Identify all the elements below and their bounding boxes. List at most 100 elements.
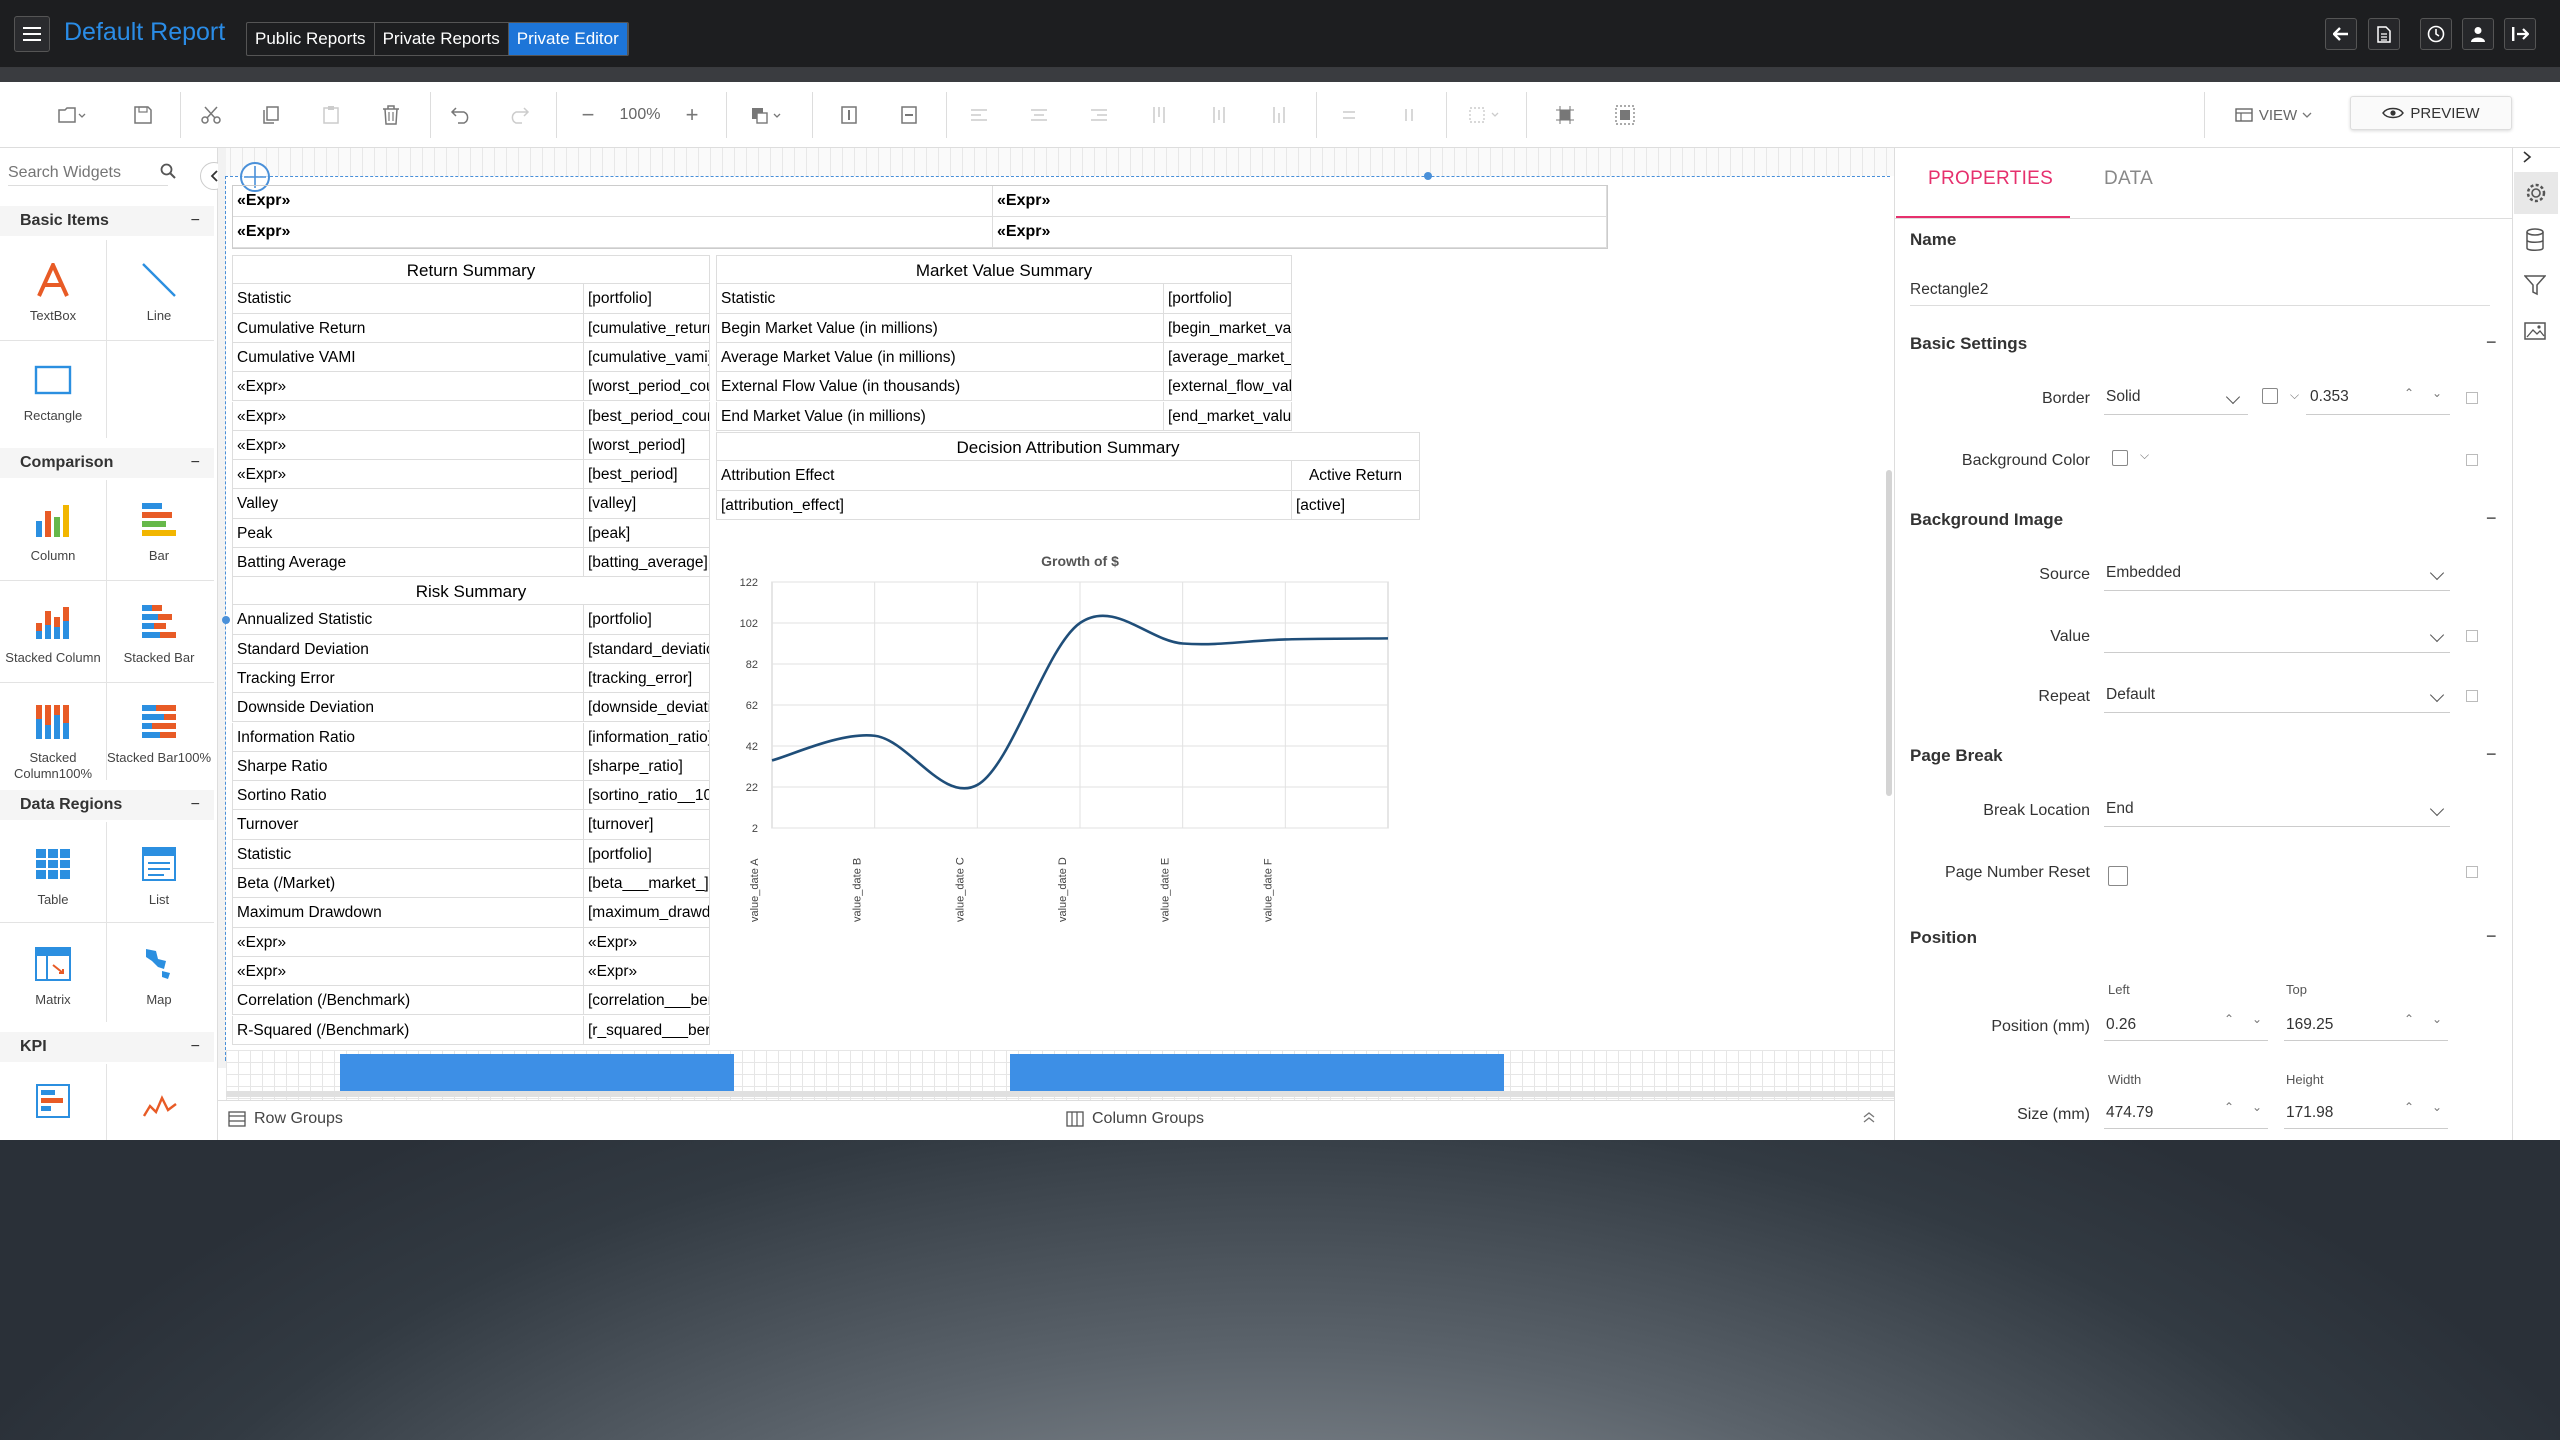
table-cell[interactable]: [attribution_effect] xyxy=(716,490,1292,520)
table-cell[interactable]: [batting_average] xyxy=(584,548,710,578)
collapse-icon[interactable]: − xyxy=(2486,744,2497,765)
spin-down-icon[interactable]: ⌄ xyxy=(2252,1012,2262,1026)
spin-down-icon[interactable]: ⌄ xyxy=(2432,1100,2442,1114)
table-cell[interactable]: «Expr» xyxy=(232,956,584,987)
widget-stacked-column100[interactable]: Stacked Column100% xyxy=(0,694,106,782)
table-cell[interactable]: [average_market_ xyxy=(1164,342,1292,373)
position-header[interactable]: Position xyxy=(1910,928,1977,948)
v-scrollbar[interactable] xyxy=(1886,470,1892,796)
paste-button[interactable] xyxy=(316,100,346,130)
table-cell[interactable]: [peak] xyxy=(584,518,710,548)
expr-cell[interactable]: «Expr» xyxy=(233,217,993,248)
expr-cell[interactable]: «Expr» xyxy=(233,186,993,217)
document-button[interactable] xyxy=(2368,18,2400,50)
align-left-button[interactable] xyxy=(964,100,994,130)
spin-up-icon[interactable]: ⌃ xyxy=(2224,1012,2234,1026)
page-break-header[interactable]: Page Break xyxy=(1910,746,2003,766)
table-cell[interactable]: [maximum_drawd xyxy=(584,898,710,928)
collapse-icon[interactable]: − xyxy=(191,448,200,478)
background-color-swatch[interactable] xyxy=(2112,450,2128,466)
width-value[interactable]: 474.79 xyxy=(2106,1104,2153,1122)
collapse-icon[interactable]: − xyxy=(191,790,200,820)
nav-public-reports[interactable]: Public Reports xyxy=(247,23,375,55)
table-cell[interactable]: [best_period] xyxy=(584,460,710,490)
column-groups-button[interactable]: Column Groups xyxy=(1066,1110,1204,1128)
color-dropdown-icon[interactable]: ⌵ xyxy=(2290,388,2299,403)
table-cell[interactable]: [beta___market_] xyxy=(584,869,710,899)
table-title[interactable]: Return Summary xyxy=(232,255,710,285)
collapse-icon[interactable]: − xyxy=(191,206,200,236)
zoom-in-button[interactable]: + xyxy=(680,100,704,130)
repeat-value[interactable]: Default xyxy=(2106,686,2155,704)
row-groups-button[interactable]: Row Groups xyxy=(228,1110,343,1128)
height-value[interactable]: 171.98 xyxy=(2286,1104,2333,1122)
table-cell[interactable]: Cumulative VAMI xyxy=(232,342,584,373)
user-button[interactable] xyxy=(2462,18,2494,50)
table-cell[interactable]: [information_ratio] xyxy=(584,722,710,752)
collapse-icon[interactable]: − xyxy=(2486,926,2497,947)
table-cell[interactable]: Turnover xyxy=(232,810,584,840)
widget-column[interactable]: Column xyxy=(0,492,106,564)
widget-stacked-column[interactable]: Stacked Column xyxy=(0,594,106,666)
table-cell[interactable]: [sharpe_ratio] xyxy=(584,751,710,782)
table-cell[interactable]: «Expr» xyxy=(584,956,710,987)
table-cell[interactable]: [portfolio] xyxy=(584,839,710,869)
name-input[interactable] xyxy=(1910,274,2490,306)
border-width-value[interactable]: 0.353 xyxy=(2310,388,2349,406)
top-value[interactable]: 169.25 xyxy=(2286,1016,2333,1034)
table-cell[interactable]: Average Market Value (in millions) xyxy=(716,342,1164,373)
value-reset-checkbox[interactable] xyxy=(2466,630,2478,642)
table-title[interactable]: Decision Attribution Summary xyxy=(716,432,1420,462)
table-cell[interactable]: [cumulative_vami] xyxy=(584,342,710,373)
table-cell[interactable]: «Expr» xyxy=(232,401,584,431)
table-cell[interactable]: External Flow Value (in thousands) xyxy=(716,372,1164,402)
table-cell[interactable]: Statistic xyxy=(232,839,584,869)
expr-cell[interactable]: «Expr» xyxy=(993,217,1607,248)
search-widgets-input[interactable] xyxy=(8,160,168,186)
table-cell[interactable]: Statistic xyxy=(232,284,584,314)
preview-button[interactable]: PREVIEW xyxy=(2350,96,2512,130)
expr-cell[interactable]: «Expr» xyxy=(993,186,1607,217)
view-dropdown[interactable]: VIEW xyxy=(2228,100,2320,130)
table-cell[interactable]: R-Squared (/Benchmark) xyxy=(232,1015,584,1045)
spin-up-icon[interactable]: ⌃ xyxy=(2404,1012,2414,1026)
spin-down-icon[interactable]: ⌄ xyxy=(2432,386,2442,400)
nav-private-reports[interactable]: Private Reports xyxy=(375,23,509,55)
align-right-button[interactable] xyxy=(1084,100,1114,130)
color-dropdown-icon[interactable]: ⌵ xyxy=(2140,448,2149,463)
distribute-h-button[interactable] xyxy=(1334,100,1364,130)
copy-button[interactable] xyxy=(256,100,286,130)
table-cell[interactable]: Attribution Effect xyxy=(716,461,1292,491)
table-cell[interactable]: [turnover] xyxy=(584,810,710,840)
open-button[interactable] xyxy=(52,100,92,130)
spin-up-icon[interactable]: ⌃ xyxy=(2224,1100,2234,1114)
table-cell[interactable]: [worst_period_cou xyxy=(584,372,710,402)
table-cell[interactable]: «Expr» xyxy=(232,927,584,957)
bgcolor-reset-checkbox[interactable] xyxy=(2466,454,2478,466)
expand-panel-button[interactable] xyxy=(2520,150,2534,169)
basic-settings-header[interactable]: Basic Settings xyxy=(1910,334,2027,354)
logout-button[interactable] xyxy=(2504,18,2536,50)
collapse-icon[interactable]: − xyxy=(2486,508,2497,529)
table-cell[interactable]: [end_market_value xyxy=(1164,401,1292,431)
group-highlight[interactable] xyxy=(1010,1054,1504,1096)
table-cell[interactable]: Tracking Error xyxy=(232,663,584,694)
table-cell[interactable]: Batting Average xyxy=(232,548,584,578)
table-cell[interactable]: [cumulative_return xyxy=(584,313,710,343)
break-location-value[interactable]: End xyxy=(2106,800,2134,818)
border-reset-checkbox[interactable] xyxy=(2466,392,2478,404)
nav-private-editor[interactable]: Private Editor xyxy=(508,23,628,55)
table-cell[interactable]: End Market Value (in millions) xyxy=(716,401,1164,431)
table-cell[interactable]: [external_flow_val xyxy=(1164,372,1292,402)
widget-stacked-bar100[interactable]: Stacked Bar100% xyxy=(106,694,212,766)
table-cell[interactable]: [correlation___ber xyxy=(584,986,710,1016)
table-cell[interactable]: [begin_market_val xyxy=(1164,313,1292,343)
widget-rectangle[interactable]: Rectangle xyxy=(0,352,106,424)
table-cell[interactable]: [best_period_coun xyxy=(584,401,710,431)
table-cell[interactable]: «Expr» xyxy=(232,460,584,490)
widget-matrix[interactable]: Matrix xyxy=(0,936,106,1008)
spin-down-icon[interactable]: ⌄ xyxy=(2252,1100,2262,1114)
save-button[interactable] xyxy=(128,100,158,130)
table-cell[interactable]: Cumulative Return xyxy=(232,313,584,343)
table-cell[interactable]: [active] xyxy=(1292,490,1420,520)
